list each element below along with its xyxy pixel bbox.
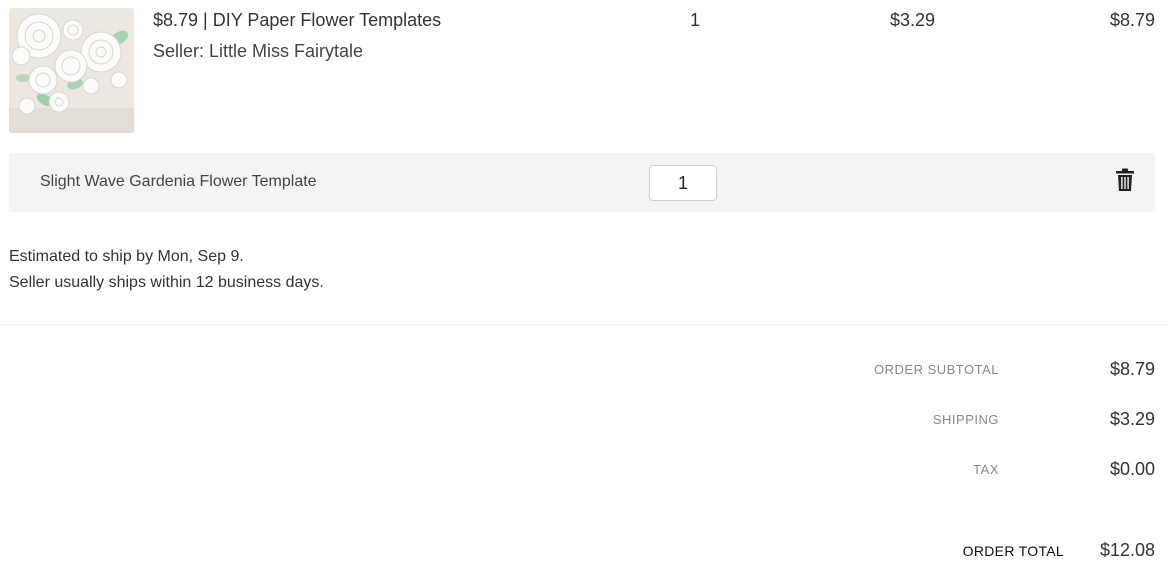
- tax-label: TAX: [973, 462, 999, 477]
- variant-row: Slight Wave Gardenia Flower Template: [9, 153, 1155, 212]
- order-total-label: ORDER TOTAL: [962, 543, 1064, 559]
- ship-time-note: Seller usually ships within 12 business …: [9, 274, 324, 291]
- shipping-estimate: Estimated to ship by Mon, Sep 9. Seller …: [9, 244, 324, 296]
- subtotal-value: $8.79: [1109, 359, 1155, 379]
- divider: [0, 324, 1168, 325]
- product-price: $8.79: [1109, 10, 1155, 30]
- subtotal-label: ORDER SUBTOTAL: [874, 362, 999, 377]
- order-total-value: $12.08: [1099, 540, 1155, 560]
- quantity-input[interactable]: [649, 165, 717, 201]
- shipping-label: SHIPPING: [932, 412, 999, 427]
- remove-item-button[interactable]: [1113, 167, 1137, 195]
- tax-value: $0.00: [1109, 459, 1155, 479]
- seller-name[interactable]: Seller: Little Miss Fairytale: [153, 41, 363, 62]
- product-quantity: 1: [690, 10, 701, 30]
- variant-label: Slight Wave Gardenia Flower Template: [40, 173, 317, 190]
- trash-icon: [1116, 168, 1134, 191]
- cart-page: $8.79 | DIY Paper Flower Templates Selle…: [0, 0, 1168, 567]
- product-title[interactable]: $8.79 | DIY Paper Flower Templates: [153, 10, 441, 31]
- product-shipping-cost: $3.29: [890, 10, 936, 30]
- ship-by-date: Estimated to ship by Mon, Sep 9.: [9, 248, 244, 265]
- shipping-value: $3.29: [1109, 409, 1155, 429]
- product-image[interactable]: [9, 8, 134, 133]
- paper-flowers-image: [9, 8, 134, 133]
